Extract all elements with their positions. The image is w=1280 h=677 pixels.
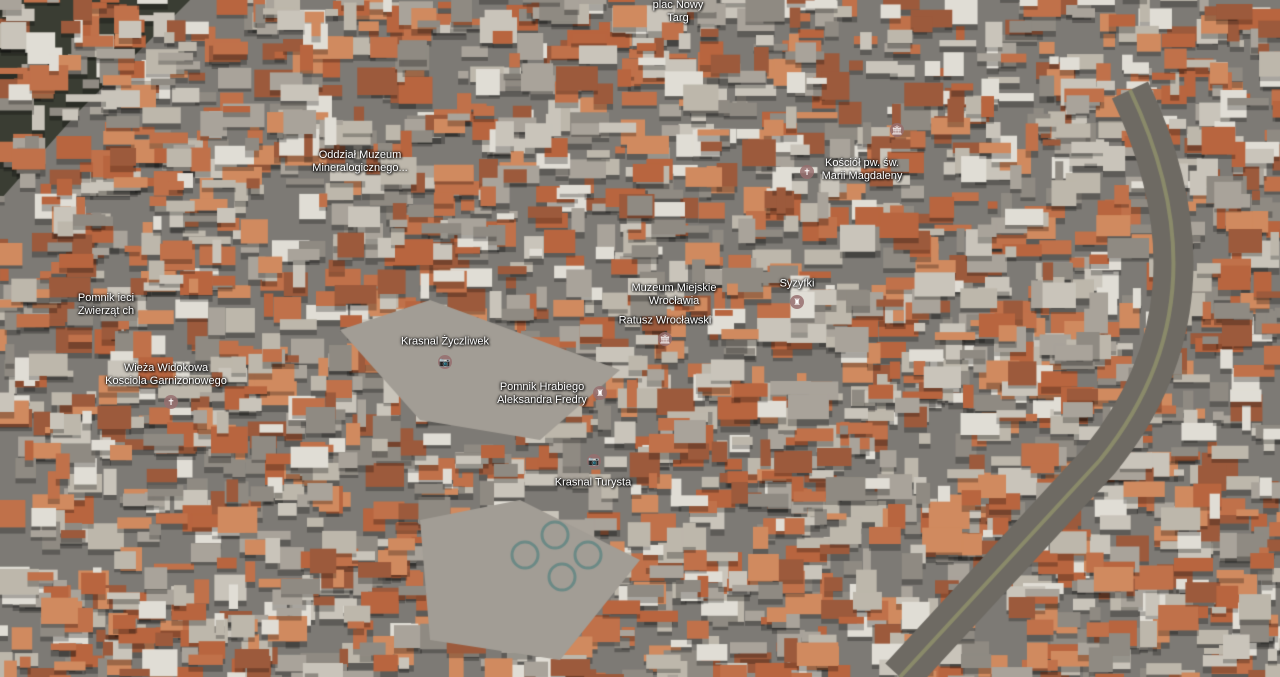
label-krasnal-turysta[interactable]: Krasnal Turysta <box>555 477 631 490</box>
label-line: Wrocławia <box>648 295 700 307</box>
satellite-3d-map[interactable] <box>0 0 1280 677</box>
label-muzeum-miejskie[interactable]: Muzeum Miejskie Wrocławia <box>632 282 717 308</box>
label-krasnal-zyczliwek[interactable]: Krasnal Życzliwek <box>401 336 489 349</box>
label-line: Ratusz Wrocławski <box>618 314 712 327</box>
monument-icon[interactable]: ♜ <box>790 295 804 309</box>
label-pomnik-fredry[interactable]: Pomnik Hrabiego Aleksandra Fredry <box>497 381 587 407</box>
label-line: Oddział Muzeum <box>318 149 402 161</box>
label-line: Wieża Widokowa <box>123 362 209 374</box>
label-line: Aleksandra Fredry <box>497 394 587 406</box>
label-line: Pomnik ieci <box>77 292 135 304</box>
label-line: Kościół pw. św. <box>825 157 899 169</box>
label-wieza-widokowa[interactable]: Wieża Widokowa Kosciola Garnizonowego <box>105 362 227 388</box>
camera-icon[interactable]: 📷 <box>587 454 601 468</box>
label-plac-nowy-targ[interactable]: plac Nowy Targ <box>653 0 704 25</box>
church-icon[interactable]: ✝ <box>164 395 178 409</box>
label-muzeum-mineralogiczne[interactable]: Oddział Muzeum Mineralogicznego... <box>312 149 407 175</box>
label-line: Pomnik Hrabiego <box>499 381 585 393</box>
label-syzyfki[interactable]: Syzyfki <box>780 278 815 291</box>
monument-icon[interactable]: ♜ <box>593 386 607 400</box>
museum-icon[interactable]: 🏛 <box>658 332 672 346</box>
label-line: Syzyfki <box>779 277 815 290</box>
museum-icon[interactable]: 🏛 <box>890 123 904 137</box>
church-icon[interactable]: ✝ <box>800 165 814 179</box>
label-pomnik-zwierzat[interactable]: Pomnik ieci Zwierząt ch <box>78 292 134 318</box>
label-line: Marii Magdaleny <box>821 170 903 182</box>
label-line: Kosciola Garnizonowego <box>105 375 227 387</box>
label-line: Targ <box>667 12 689 24</box>
label-ratusz[interactable]: Ratusz Wrocławski <box>619 315 712 328</box>
camera-icon[interactable]: 📷 <box>438 355 452 369</box>
label-line: Krasnal Życzliwek <box>400 335 490 348</box>
label-kosciol-marii-magdaleny[interactable]: Kościół pw. św. Marii Magdaleny <box>822 157 903 183</box>
label-line: Zwierząt ch <box>77 305 135 317</box>
label-line: Mineralogicznego... <box>312 162 408 174</box>
label-line: Krasnal Turysta <box>554 476 632 489</box>
label-line: plac Nowy <box>652 0 704 11</box>
label-line: Muzeum Miejskie <box>631 282 717 294</box>
